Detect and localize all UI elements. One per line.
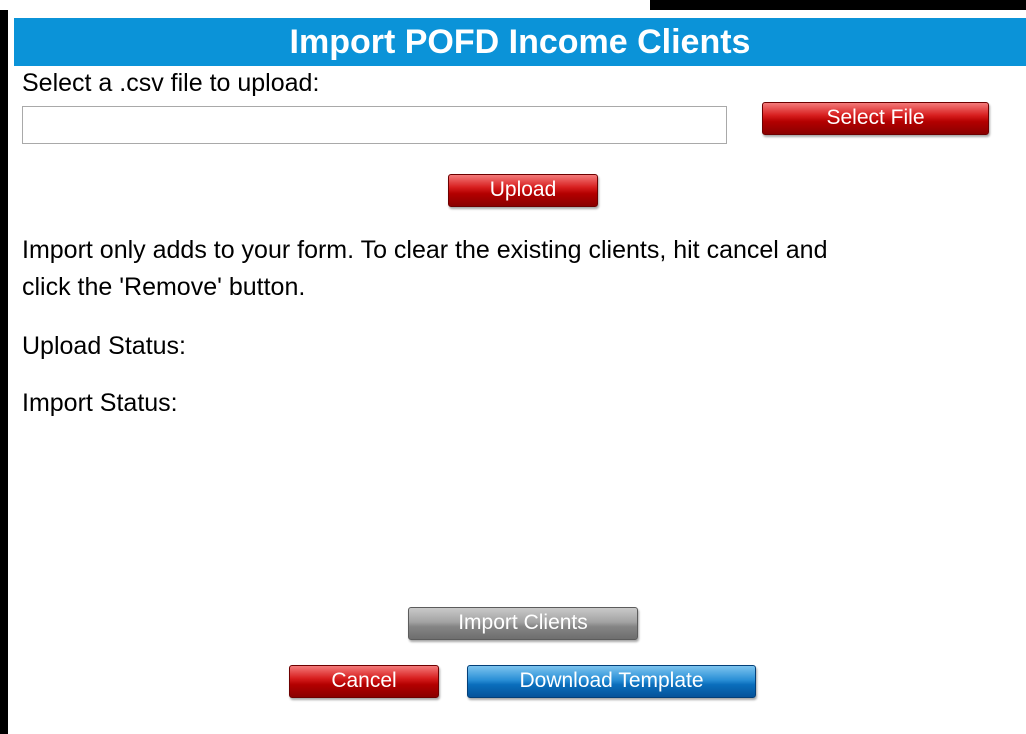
file-path-input[interactable] [22, 106, 727, 144]
info-text-line-1: Import only adds to your form. To clear … [22, 236, 828, 264]
import-clients-dialog: Import POFD Income Clients Select a .csv… [0, 10, 1026, 734]
dialog-title: Import POFD Income Clients [14, 18, 1026, 66]
download-template-button[interactable]: Download Template [467, 665, 756, 698]
select-file-prompt: Select a .csv file to upload: [22, 69, 320, 97]
upload-button[interactable]: Upload [448, 174, 598, 207]
cancel-button[interactable]: Cancel [289, 665, 439, 698]
top-strip-dark [650, 0, 1026, 10]
info-text-line-2: click the 'Remove' button. [22, 273, 306, 301]
import-clients-button[interactable]: Import Clients [408, 607, 638, 640]
select-file-button[interactable]: Select File [762, 102, 989, 135]
import-status-label: Import Status: [22, 389, 178, 417]
upload-status-label: Upload Status: [22, 332, 186, 360]
